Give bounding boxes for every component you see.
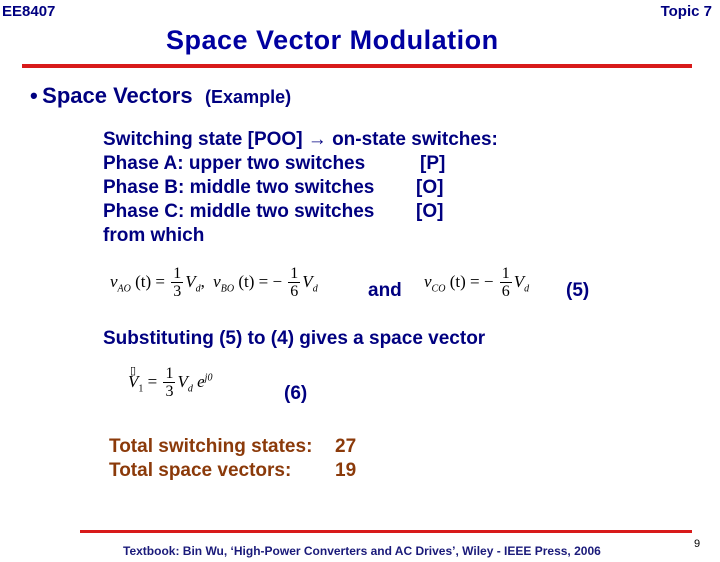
subheading: (Example) [205, 87, 292, 107]
equation-6-label: (6) [284, 383, 308, 404]
line-4: from which [103, 225, 205, 246]
course-code: EE8407 [2, 3, 56, 20]
title-divider [22, 64, 692, 68]
totals: Total switching states: 27 Total space ve… [109, 435, 356, 483]
total-switching-states: Total switching states: 27 [109, 436, 357, 457]
line-0: Switching state [POO] → on-state switche… [103, 129, 498, 150]
slide-title: Space Vector Modulation [166, 25, 499, 55]
state-c: [O] [416, 201, 444, 222]
heading: Space Vectors [42, 83, 193, 108]
substituting-text: Substituting (5) to (4) gives a space ve… [103, 328, 486, 349]
equation-5-vco: vCO (t) = − 1 6 Vd [424, 265, 530, 300]
total-space-vectors: Total space vectors: 19 [109, 460, 357, 481]
bullet: • [30, 83, 38, 108]
page-number: 9 [694, 538, 701, 550]
equation-5-label: (5) [566, 280, 590, 301]
footer-citation: Textbook: Bin Wu, ‘High-Power Converters… [123, 544, 601, 558]
state-b: [O] [416, 177, 444, 198]
state-labels: [P] [O] [O] [416, 152, 445, 224]
footer-divider [80, 530, 692, 533]
and-label: and [368, 280, 402, 301]
vector-arrow-icon: ▯ [130, 364, 137, 377]
equation-6: ▯ V1 = 1 3 Vd ej0 [128, 364, 213, 400]
topic-label: Topic 7 [660, 3, 712, 20]
equation-5: vAO (t) = 1 3 Vd, vBO (t) = − 1 6 Vd [110, 265, 318, 300]
state-a: [P] [420, 153, 446, 174]
section-heading: • Space Vectors (Example) [30, 83, 291, 109]
